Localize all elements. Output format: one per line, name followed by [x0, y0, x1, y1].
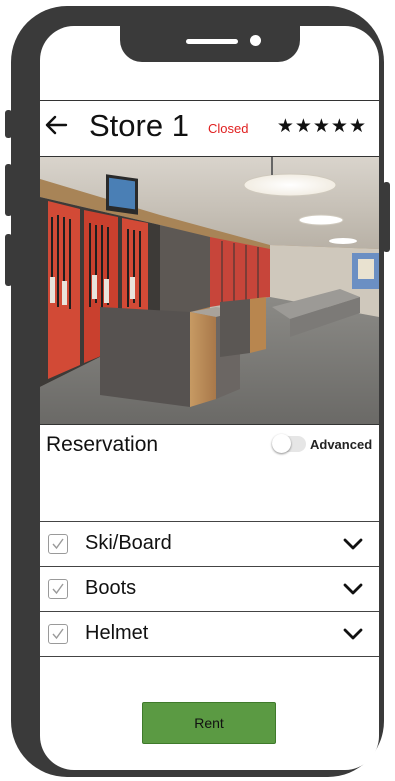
store-title: Store 1	[89, 108, 189, 143]
side-button-volume-up	[5, 164, 12, 216]
chevron-down-icon[interactable]	[343, 627, 363, 641]
advanced-toggle[interactable]	[272, 434, 306, 453]
phone-screen: Store 1 Closed ★★★★★ Reservation Advance…	[40, 26, 379, 770]
store-interior-image	[40, 157, 379, 424]
rental-item-ski-board[interactable]: Ski/Board	[40, 521, 379, 566]
check-icon	[52, 538, 64, 550]
rental-item-label: Helmet	[85, 622, 149, 644]
reservation-label: Reservation	[46, 433, 159, 456]
side-button-mute	[5, 110, 12, 138]
store-photo	[40, 156, 379, 425]
ski-board-checkbox[interactable]	[48, 534, 68, 554]
toggle-knob	[272, 434, 291, 453]
side-button-volume-down	[5, 234, 12, 286]
rental-item-helmet[interactable]: Helmet	[40, 611, 379, 657]
store-header: Store 1 Closed ★★★★★	[40, 100, 379, 156]
speaker-grille	[186, 39, 238, 44]
rental-item-list: Ski/Board Boots Helmet	[40, 521, 379, 657]
arrow-left-icon[interactable]	[44, 113, 68, 137]
chevron-down-icon[interactable]	[343, 582, 363, 596]
advanced-label: Advanced	[310, 437, 373, 452]
chevron-down-icon[interactable]	[343, 537, 363, 551]
side-button-power	[383, 182, 390, 252]
store-rating-stars: ★★★★★	[276, 116, 367, 137]
phone-notch	[120, 26, 300, 62]
store-status-badge: Closed	[208, 121, 249, 136]
phone-frame: Store 1 Closed ★★★★★ Reservation Advance…	[5, 6, 390, 777]
rental-item-label: Ski/Board	[85, 532, 172, 554]
front-camera	[250, 35, 261, 46]
boots-checkbox[interactable]	[48, 579, 68, 599]
rental-item-label: Boots	[85, 577, 137, 599]
check-icon	[52, 628, 64, 640]
helmet-checkbox[interactable]	[48, 624, 68, 644]
check-icon	[52, 583, 64, 595]
rent-button[interactable]: Rent	[142, 702, 276, 744]
rental-item-boots[interactable]: Boots	[40, 566, 379, 611]
